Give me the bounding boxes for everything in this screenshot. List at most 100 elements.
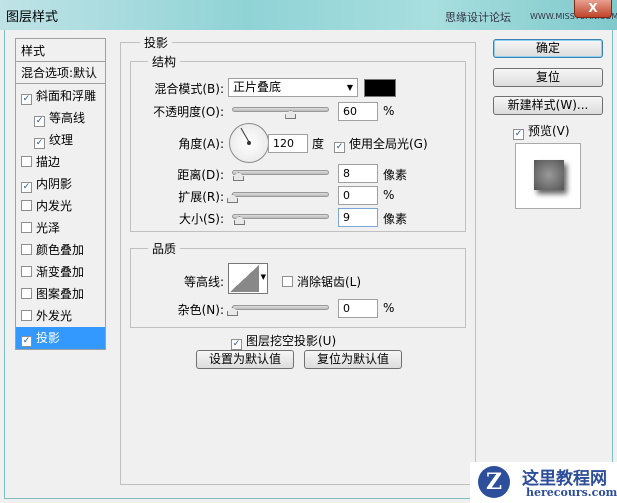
sidebar-item[interactable]: 渐变叠加 [16,261,105,283]
opacity-label: 不透明度(O): [153,105,224,119]
size-slider-track[interactable] [232,214,329,219]
sidebar-item[interactable]: ✓ 内阴影 [16,173,105,195]
knockout-label: 图层挖空投影(U) [246,334,337,348]
reset-button[interactable]: 复位 [493,68,603,87]
sidebar-item-label: 图案叠加 [36,287,85,301]
title-bar [0,0,617,30]
checkbox-icon[interactable]: ✓ [21,94,32,105]
global-light-label: 使用全局光(G) [349,137,428,151]
noise-slider-track[interactable] [232,305,329,310]
site-logo: Z 这里教程网 herecours.com [470,462,617,503]
sidebar-item[interactable]: 内发光 [16,195,105,217]
quality-title: 品质 [148,240,181,257]
checkbox-icon[interactable] [21,244,32,255]
checkbox-icon[interactable]: ✓ [34,116,45,127]
angle-input[interactable]: 120 [268,134,308,153]
size-unit: 像素 [383,212,408,226]
sidebar-item-label: 渐变叠加 [36,265,85,279]
size-input[interactable]: 9 [338,208,378,227]
sidebar-item[interactable]: ✓ 等高线 [16,107,105,129]
sidebar-item-label: 纹理 [49,133,74,147]
close-button[interactable]: X [574,0,612,18]
contour-picker[interactable]: ▼ [228,263,268,294]
checkbox-icon[interactable] [21,266,32,277]
checkbox-icon[interactable]: ✓ [21,182,32,193]
sidebar-item[interactable]: 外发光 [16,305,105,327]
distance-slider-track[interactable] [232,170,329,175]
angle-label: 角度(A): [178,137,224,151]
sidebar-item-label: 斜面和浮雕 [36,89,97,103]
shadow-color-swatch[interactable] [364,79,396,97]
checkbox-icon [282,276,293,287]
sidebar-item-label: 混合选项:默认 [21,66,98,80]
preview-checkbox[interactable]: ✓ 预览(V) [513,122,570,140]
blend-mode-value: 正片叠底 [233,80,282,94]
make-default-button[interactable]: 设置为默认值 [196,350,294,369]
sidebar-item[interactable]: 描边 [16,151,105,173]
angle-dial[interactable] [229,123,269,163]
checkbox-icon[interactable] [21,200,32,211]
opacity-input[interactable]: 60 [338,102,378,121]
sidebar-item-label: 外发光 [36,309,73,323]
sidebar-item-label: 描边 [36,155,61,169]
new-style-button[interactable]: 新建样式(W)... [493,96,603,115]
checkbox-icon[interactable]: ✓ [34,138,45,149]
sidebar-item-label: 光泽 [36,221,61,235]
preview-label: 预览(V) [528,124,570,138]
opacity-unit: % [383,104,395,118]
sidebar-item[interactable]: 光泽 [16,217,105,239]
ok-button[interactable]: 确定 [493,39,603,58]
watermark: 思缘设计论坛 [445,11,511,24]
sidebar-item-label: 样式 [21,44,46,58]
distance-label: 距离(D): [177,168,224,182]
checkbox-icon: ✓ [334,142,345,153]
sidebar-item[interactable]: 颜色叠加 [16,239,105,261]
sidebar-item-label: 内发光 [36,199,73,213]
reset-default-button[interactable]: 复位为默认值 [304,350,402,369]
dropdown-arrow-icon: ▼ [346,83,353,92]
sidebar-item[interactable]: ✓ 投影 [16,327,105,349]
blend-mode-select[interactable]: 正片叠底 ▼ [228,78,358,97]
checkbox-icon: ✓ [513,129,524,140]
sidebar-item[interactable]: 混合选项:默认 [16,62,105,84]
checkbox-icon[interactable] [21,156,32,167]
sidebar-item[interactable]: 图案叠加 [16,283,105,305]
checkbox-icon[interactable] [21,222,32,233]
sidebar-item[interactable]: ✓ 斜面和浮雕 [16,85,105,107]
antialias-checkbox[interactable]: 消除锯齿(L) [282,273,361,290]
noise-unit: % [383,301,395,315]
angle-unit: 度 [312,137,325,151]
sidebar-item[interactable]: ✓ 纹理 [16,129,105,151]
structure-title: 结构 [148,53,181,70]
blend-mode-label: 混合模式(B): [154,82,224,96]
checkbox-icon[interactable]: ✓ [21,336,32,347]
sidebar-item-label: 内阴影 [36,177,73,191]
checkbox-icon[interactable] [21,310,32,321]
panel-title: 投影 [140,34,173,51]
contour-label: 等高线: [183,275,224,289]
checkbox-icon[interactable] [21,288,32,299]
sidebar-item-label: 等高线 [49,111,86,125]
checkbox-icon: ✓ [231,339,242,350]
opacity-slider-track[interactable] [232,107,329,112]
noise-input[interactable]: 0 [338,299,378,318]
logo-url: herecours.com [526,486,617,499]
window-title: 图层样式 [6,10,59,25]
style-list: 样式混合选项:默认 ✓ 斜面和浮雕 ✓ 等高线 ✓ 纹理描边 ✓ 内阴影内发光光泽颜色叠加渐变叠… [15,38,106,350]
spread-unit: % [383,188,395,202]
sidebar-item-label: 投影 [36,331,61,345]
knockout-checkbox[interactable]: ✓ 图层挖空投影(U) [231,332,336,350]
global-light-checkbox[interactable]: ✓ 使用全局光(G) [334,135,428,153]
sidebar-item-label: 颜色叠加 [36,243,85,257]
distance-unit: 像素 [383,168,408,182]
sidebar-item[interactable]: 样式 [16,40,105,62]
spread-slider-track[interactable] [232,192,329,197]
style-preview [515,143,581,209]
spread-label: 扩展(R): [178,190,224,204]
distance-input[interactable]: 8 [338,164,378,183]
spread-input[interactable]: 0 [338,186,378,205]
antialias-label: 消除锯齿(L) [297,275,362,289]
noise-label: 杂色(N): [177,303,224,317]
dropdown-arrow-icon: ▼ [260,273,266,281]
contour-thumbnail [230,265,259,292]
